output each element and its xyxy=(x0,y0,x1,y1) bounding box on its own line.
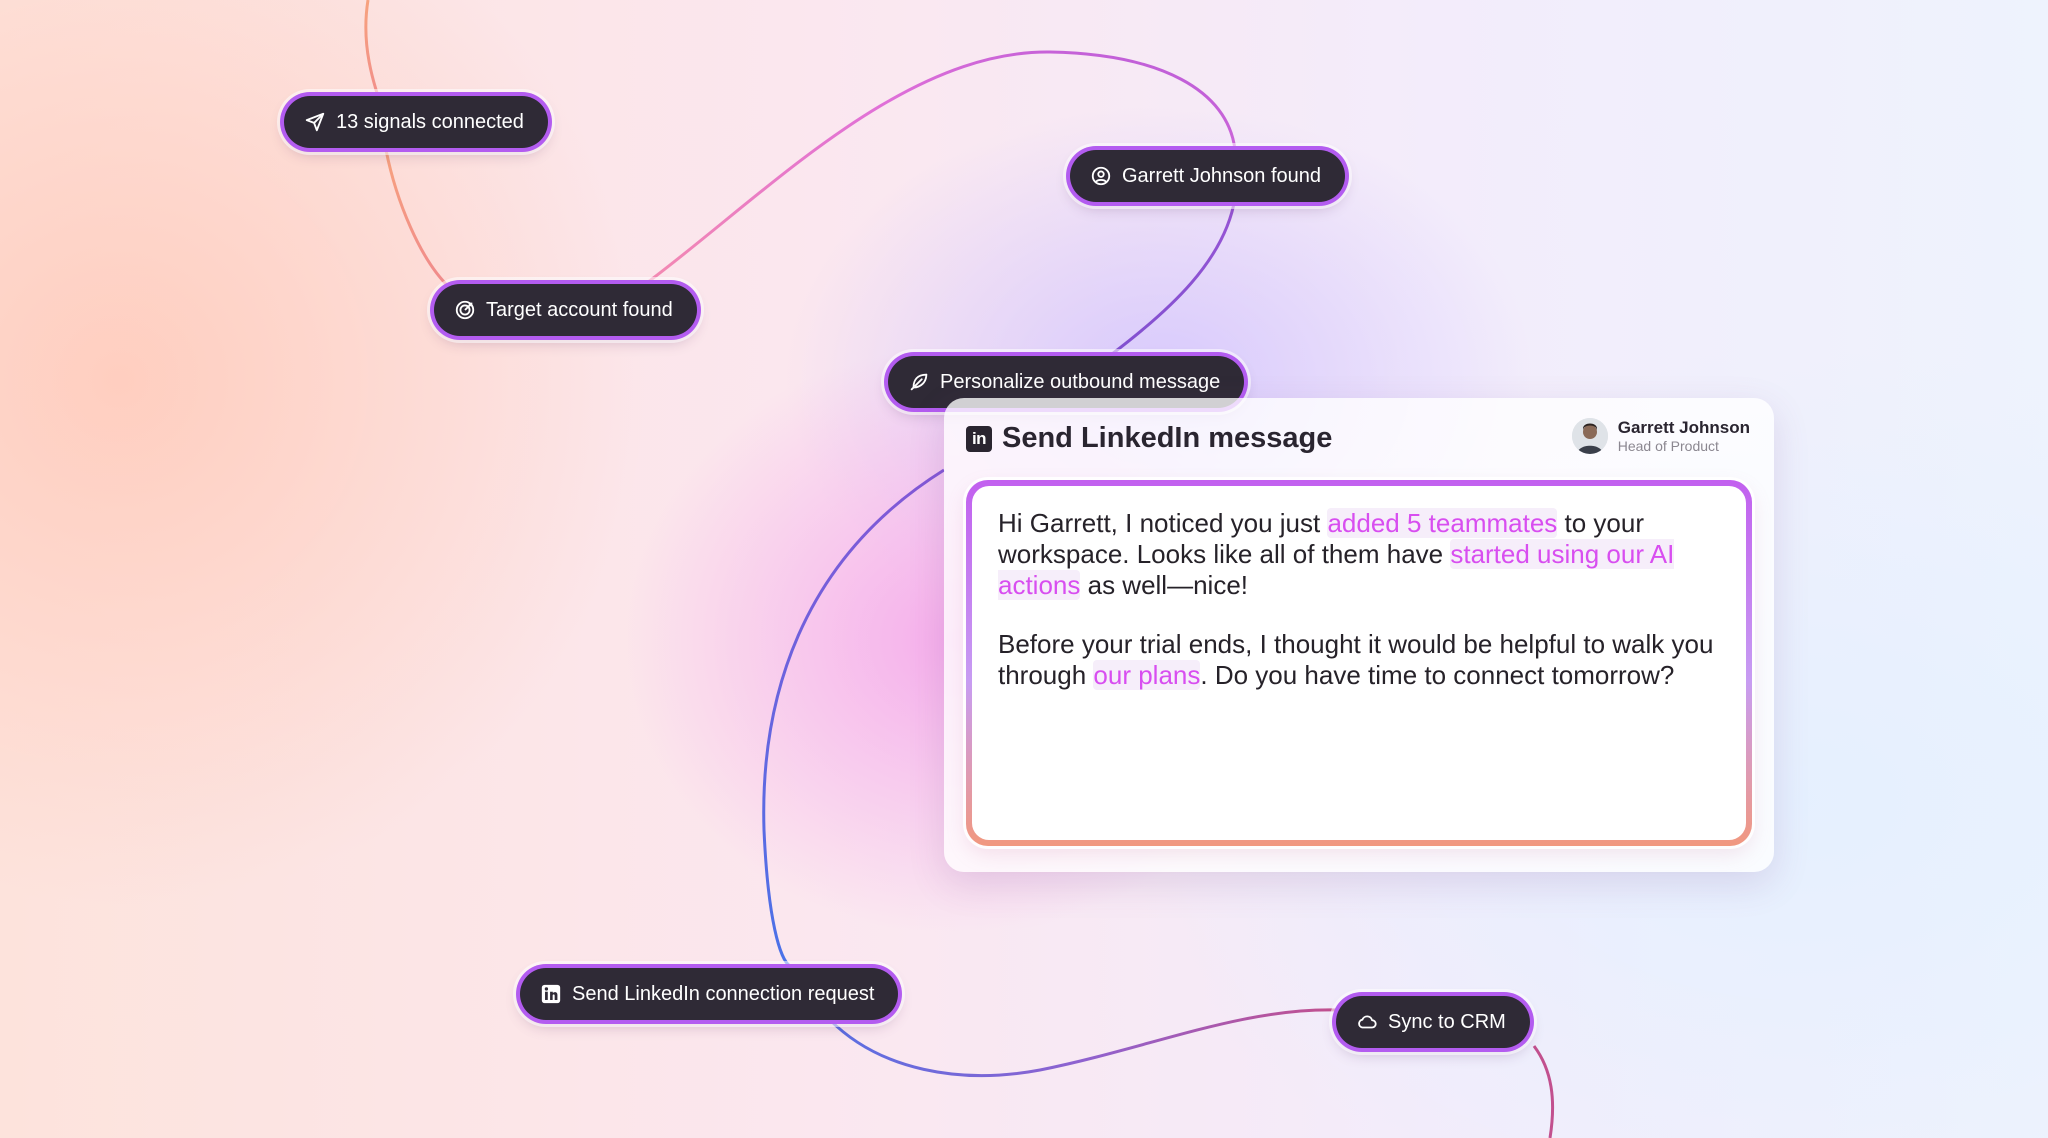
avatar xyxy=(1571,418,1608,454)
node-person-found[interactable]: Garrett Johnson found xyxy=(1070,150,1346,202)
recipient-profile[interactable]: Garrett Johnson Head of Product xyxy=(1571,418,1750,454)
node-signals-connected[interactable]: 13 signals connected xyxy=(284,96,548,148)
feather-icon xyxy=(908,371,930,393)
linkedin-icon: in xyxy=(966,425,992,452)
connector-personalize-request xyxy=(762,468,945,968)
node-label: 13 signals connected xyxy=(336,110,524,133)
card-title: in Send LinkedIn message xyxy=(966,422,1332,455)
connector-request-crm xyxy=(828,1008,1337,1078)
connector-person-personalize xyxy=(1111,197,1237,356)
linkedin-icon xyxy=(540,983,562,1005)
message-body[interactable]: Hi Garrett, I noticed you just added 5 t… xyxy=(972,486,1746,840)
send-icon xyxy=(304,111,326,133)
cloud-icon xyxy=(1356,1011,1378,1033)
node-label: Send LinkedIn connection request xyxy=(572,982,875,1005)
card-title-text: Send LinkedIn message xyxy=(1002,422,1333,454)
message-frame: Hi Garrett, I noticed you just added 5 t… xyxy=(966,480,1752,846)
node-sync-crm[interactable]: Sync to CRM xyxy=(1336,996,1530,1048)
linkedin-message-card: in Send LinkedIn message Garrett Johnson… xyxy=(944,398,1774,872)
node-label: Garrett Johnson found xyxy=(1122,164,1322,187)
node-label: Sync to CRM xyxy=(1388,1010,1506,1033)
node-target-account[interactable]: Target account found xyxy=(434,284,697,336)
profile-name: Garrett Johnson xyxy=(1617,418,1750,437)
connector-crm-bottom xyxy=(1532,1045,1555,1138)
node-label: Target account found xyxy=(486,298,673,321)
profile-role: Head of Product xyxy=(1617,438,1719,454)
target-icon xyxy=(454,299,476,321)
node-connection-request[interactable]: Send LinkedIn connection request xyxy=(520,968,899,1020)
connector-signals-target xyxy=(384,149,452,290)
node-label: Personalize outbound message xyxy=(940,370,1221,393)
message-paragraph-1: Hi Garrett, I noticed you just added 5 t… xyxy=(998,508,1675,600)
user-circle-icon xyxy=(1090,165,1112,187)
message-paragraph-2: Before your trial ends, I thought it wou… xyxy=(998,629,1714,690)
highlight-teammates: added 5 teammates xyxy=(1327,508,1558,538)
highlight-plans: our plans xyxy=(1093,660,1201,690)
